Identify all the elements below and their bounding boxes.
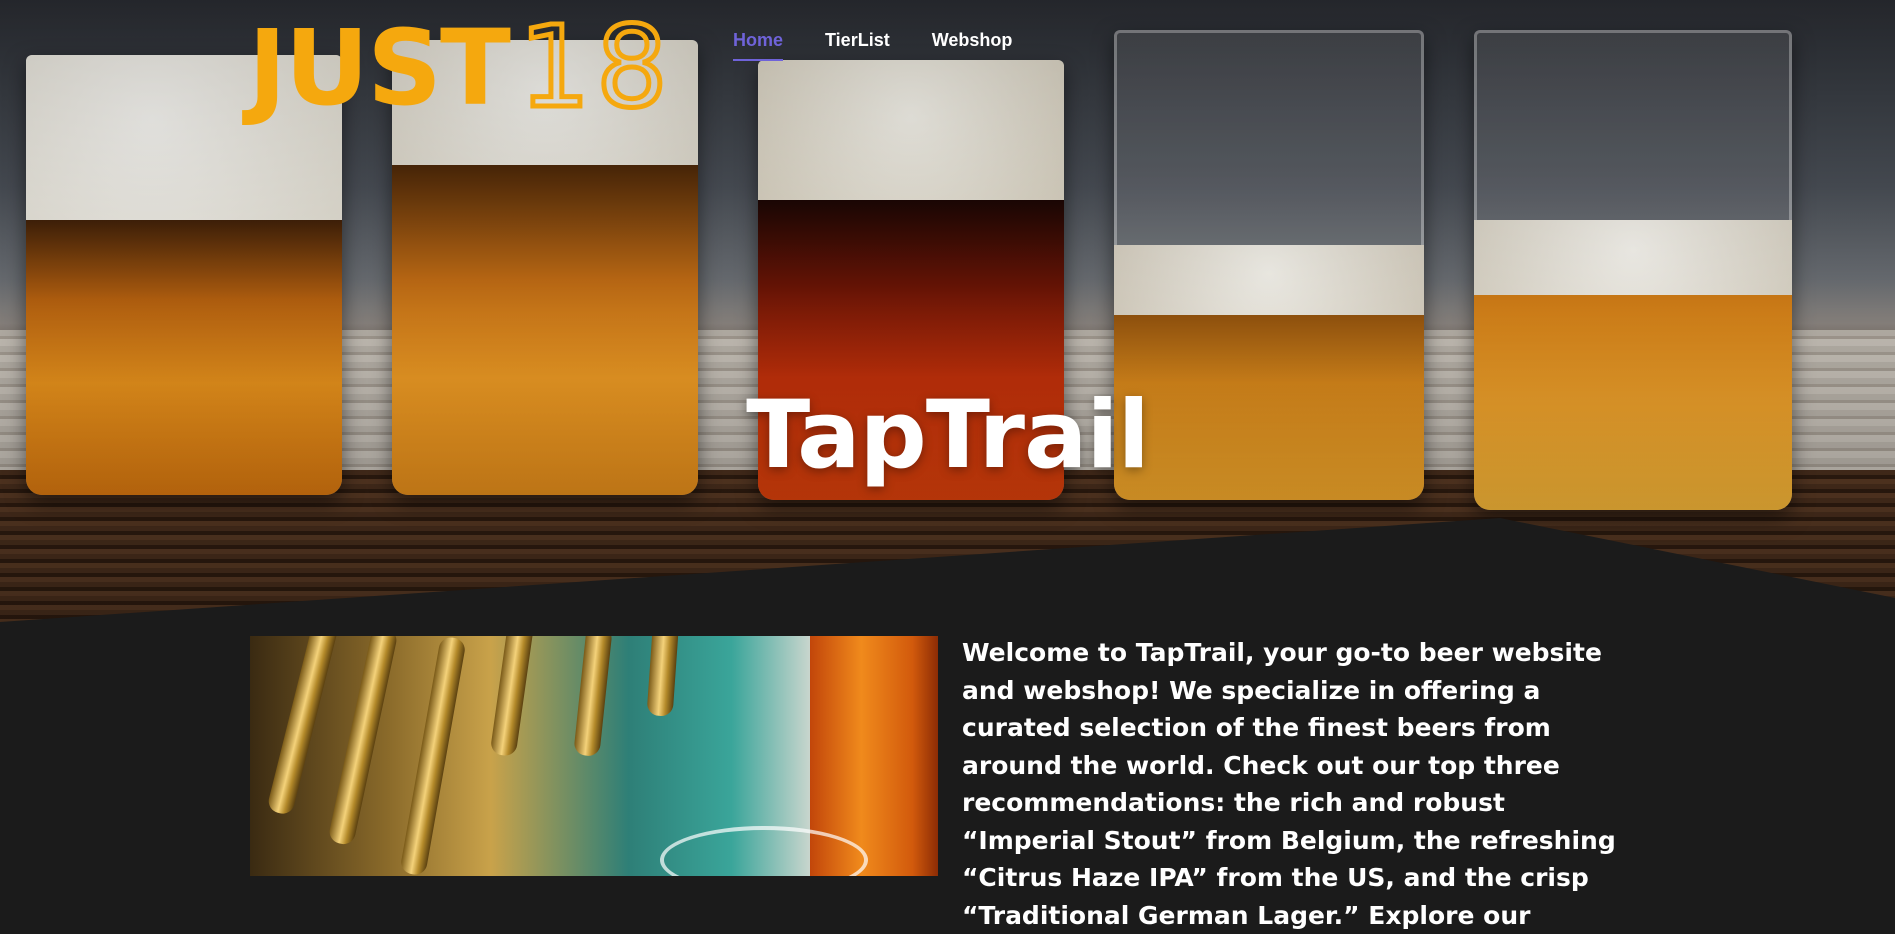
logo-text-solid: JUST (248, 7, 511, 129)
nav-webshop-link[interactable]: Webshop (932, 30, 1013, 61)
logo-text-outline: 18 (517, 3, 674, 133)
hero-title: TapTrail (746, 380, 1150, 490)
main-nav: Home TierList Webshop (733, 30, 1012, 61)
intro-text: Welcome to TapTrail, your go-to beer web… (962, 638, 1616, 930)
beer-taps-image (250, 636, 938, 876)
nav-tierlist-link[interactable]: TierList (825, 30, 890, 61)
site-logo[interactable]: JUST 18 (248, 3, 674, 133)
nav-home-link[interactable]: Home (733, 30, 784, 61)
